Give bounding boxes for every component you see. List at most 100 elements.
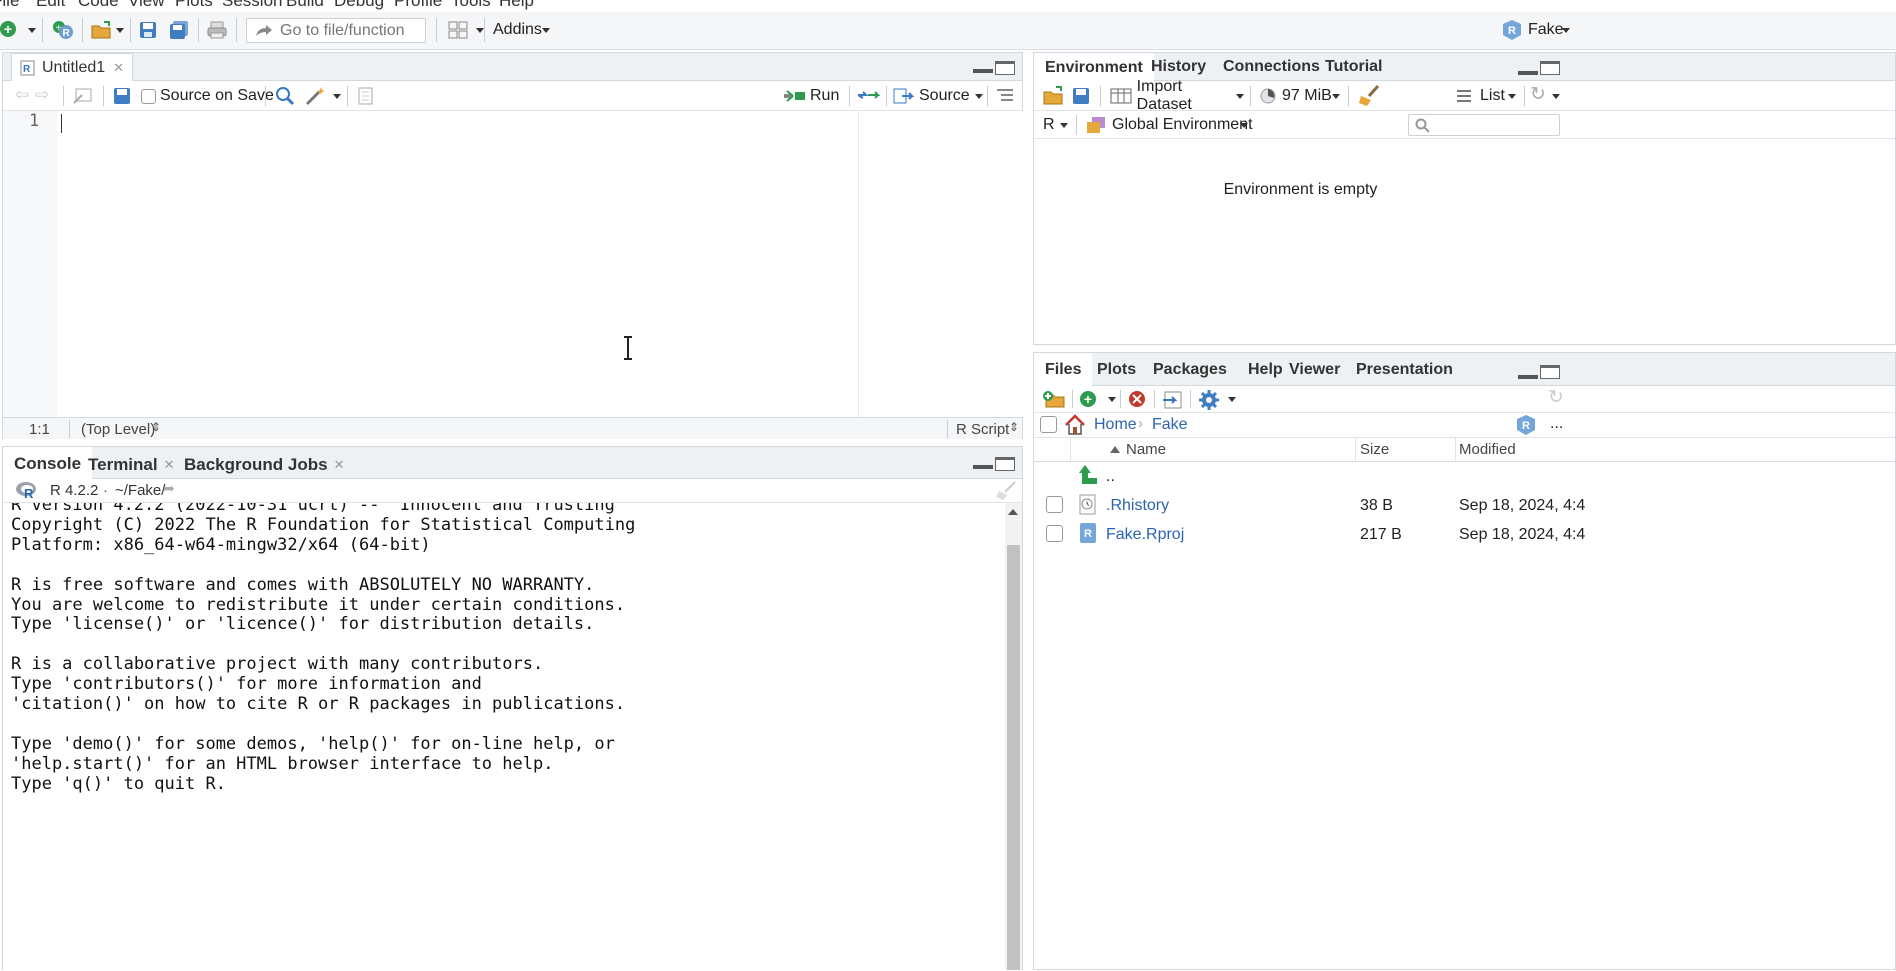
- rename-icon[interactable]: [1162, 390, 1184, 410]
- memory-dropdown-icon[interactable]: [1332, 94, 1340, 99]
- tab-packages[interactable]: Packages: [1142, 353, 1238, 386]
- refresh-icon[interactable]: ↻: [1530, 83, 1546, 106]
- home-icon[interactable]: [1064, 414, 1086, 436]
- select-all-checkbox[interactable]: [1040, 416, 1057, 433]
- tab-viewer[interactable]: Viewer: [1278, 353, 1351, 386]
- new-blank-file-icon[interactable]: +: [1080, 391, 1096, 407]
- console-scrollbar[interactable]: [1005, 503, 1022, 970]
- memory-usage[interactable]: 97 MiB: [1282, 87, 1332, 105]
- source-dropdown-icon[interactable]: [975, 94, 983, 99]
- find-replace-icon[interactable]: [275, 86, 295, 106]
- goto-file-input[interactable]: Go to file/function: [246, 18, 426, 43]
- scope-selector[interactable]: (Top Level): [81, 421, 155, 438]
- compile-report-icon[interactable]: [357, 87, 375, 105]
- close-tab-icon[interactable]: ✕: [334, 457, 345, 473]
- more-files-button[interactable]: ...: [1550, 415, 1563, 433]
- environment-scope-selector[interactable]: Global Environment: [1112, 116, 1253, 134]
- menu-profile[interactable]: Profile: [394, 0, 442, 11]
- environment-search-input[interactable]: [1408, 114, 1560, 136]
- code-tools-wand-icon[interactable]: [305, 86, 327, 106]
- new-folder-icon[interactable]: [1042, 389, 1066, 409]
- rerun-icon[interactable]: [856, 87, 880, 105]
- new-blank-file-dropdown-icon[interactable]: [1108, 397, 1116, 402]
- scope-dropdown-icon[interactable]: [1240, 123, 1248, 128]
- file-type-selector[interactable]: R Script: [956, 421, 1009, 438]
- new-project-icon[interactable]: + R: [52, 19, 74, 41]
- view-mode-dropdown-icon[interactable]: [1508, 94, 1516, 99]
- new-file-dropdown-icon[interactable]: [28, 28, 36, 33]
- run-button[interactable]: Run: [783, 85, 843, 107]
- new-file-icon[interactable]: +: [0, 21, 16, 37]
- file-row[interactable]: .Rhistory 38 B Sep 18, 2024, 4:4: [1034, 492, 1895, 520]
- menu-session[interactable]: Session: [222, 0, 282, 11]
- minimize-pane-icon[interactable]: [1518, 375, 1538, 379]
- go-to-project-icon[interactable]: R: [1516, 414, 1536, 436]
- file-checkbox[interactable]: [1046, 496, 1063, 513]
- save-workspace-icon[interactable]: [1072, 87, 1090, 105]
- print-icon[interactable]: [206, 20, 228, 40]
- project-menu[interactable]: Fake: [1528, 21, 1564, 39]
- pane-layout-icon[interactable]: [448, 21, 468, 39]
- tab-terminal[interactable]: Terminal ✕: [77, 447, 186, 483]
- menu-view[interactable]: View: [128, 0, 165, 11]
- save-icon[interactable]: [138, 20, 158, 40]
- language-dropdown-icon[interactable]: [1060, 123, 1068, 128]
- refresh-files-icon[interactable]: ↻: [1548, 386, 1564, 409]
- show-in-window-icon[interactable]: [73, 87, 93, 105]
- parent-directory-row[interactable]: ..: [1034, 462, 1895, 490]
- maximize-pane-icon[interactable]: [1540, 365, 1560, 379]
- go-to-directory-icon[interactable]: ➦: [163, 480, 175, 497]
- addins-button[interactable]: Addins: [493, 21, 542, 39]
- save-all-icon[interactable]: [168, 20, 190, 40]
- menu-debug[interactable]: Debug: [334, 0, 384, 11]
- column-modified[interactable]: Modified: [1459, 441, 1516, 458]
- breadcrumb-fake[interactable]: Fake: [1152, 416, 1188, 434]
- maximize-pane-icon[interactable]: [995, 61, 1015, 75]
- column-size[interactable]: Size: [1360, 441, 1389, 458]
- maximize-pane-icon[interactable]: [1540, 61, 1560, 75]
- close-tab-icon[interactable]: ✕: [113, 60, 124, 76]
- parent-directory-link[interactable]: ..: [1106, 468, 1115, 486]
- code-editor[interactable]: [57, 111, 1023, 417]
- tab-presentation[interactable]: Presentation: [1345, 353, 1464, 386]
- back-icon[interactable]: ⇦: [15, 85, 29, 105]
- save-file-icon[interactable]: [113, 87, 131, 105]
- pane-layout-dropdown-icon[interactable]: [476, 28, 484, 33]
- tab-history[interactable]: History: [1140, 53, 1217, 81]
- more-gear-icon[interactable]: [1198, 389, 1220, 411]
- menu-help[interactable]: Help: [499, 0, 534, 11]
- delete-icon[interactable]: [1128, 390, 1146, 408]
- menu-build[interactable]: Build: [286, 0, 324, 11]
- addins-dropdown-icon[interactable]: [542, 28, 550, 33]
- menu-plots[interactable]: Plots: [175, 0, 213, 11]
- forward-icon[interactable]: ⇨: [35, 85, 49, 105]
- file-row[interactable]: R Fake.Rproj 217 B Sep 18, 2024, 4:4: [1034, 521, 1895, 549]
- working-directory[interactable]: ~/Fake/: [115, 482, 165, 499]
- clear-console-broom-icon[interactable]: [995, 481, 1017, 501]
- more-dropdown-icon[interactable]: [1228, 397, 1236, 402]
- breadcrumb-home[interactable]: Home: [1094, 416, 1137, 434]
- clear-workspace-broom-icon[interactable]: [1358, 85, 1380, 107]
- open-recent-dropdown-icon[interactable]: [116, 28, 124, 33]
- open-file-icon[interactable]: [90, 20, 114, 40]
- menu-code[interactable]: Code: [78, 0, 119, 11]
- tab-tutorial[interactable]: Tutorial: [1314, 53, 1393, 81]
- import-dataset-button[interactable]: Import Dataset: [1110, 78, 1240, 113]
- maximize-pane-icon[interactable]: [995, 457, 1015, 471]
- column-name[interactable]: Name: [1126, 441, 1166, 458]
- minimize-pane-icon[interactable]: [1518, 71, 1538, 75]
- load-workspace-icon[interactable]: [1042, 86, 1066, 106]
- tab-background-jobs[interactable]: Background Jobs ✕: [173, 447, 356, 483]
- tab-plots[interactable]: Plots: [1086, 353, 1147, 386]
- menu-edit[interactable]: Edit: [36, 0, 65, 11]
- minimize-pane-icon[interactable]: [973, 69, 993, 73]
- scrollbar-thumb[interactable]: [1007, 545, 1020, 970]
- project-dropdown-icon[interactable]: [1562, 28, 1570, 33]
- file-name-link[interactable]: Fake.Rproj: [1106, 526, 1184, 544]
- menu-tools[interactable]: Tools: [451, 0, 491, 11]
- document-outline-icon[interactable]: [995, 87, 1015, 105]
- import-dropdown-icon[interactable]: [1236, 94, 1244, 99]
- source-on-save-checkbox[interactable]: [141, 89, 156, 104]
- language-selector[interactable]: R: [1043, 116, 1055, 134]
- file-checkbox[interactable]: [1046, 525, 1063, 542]
